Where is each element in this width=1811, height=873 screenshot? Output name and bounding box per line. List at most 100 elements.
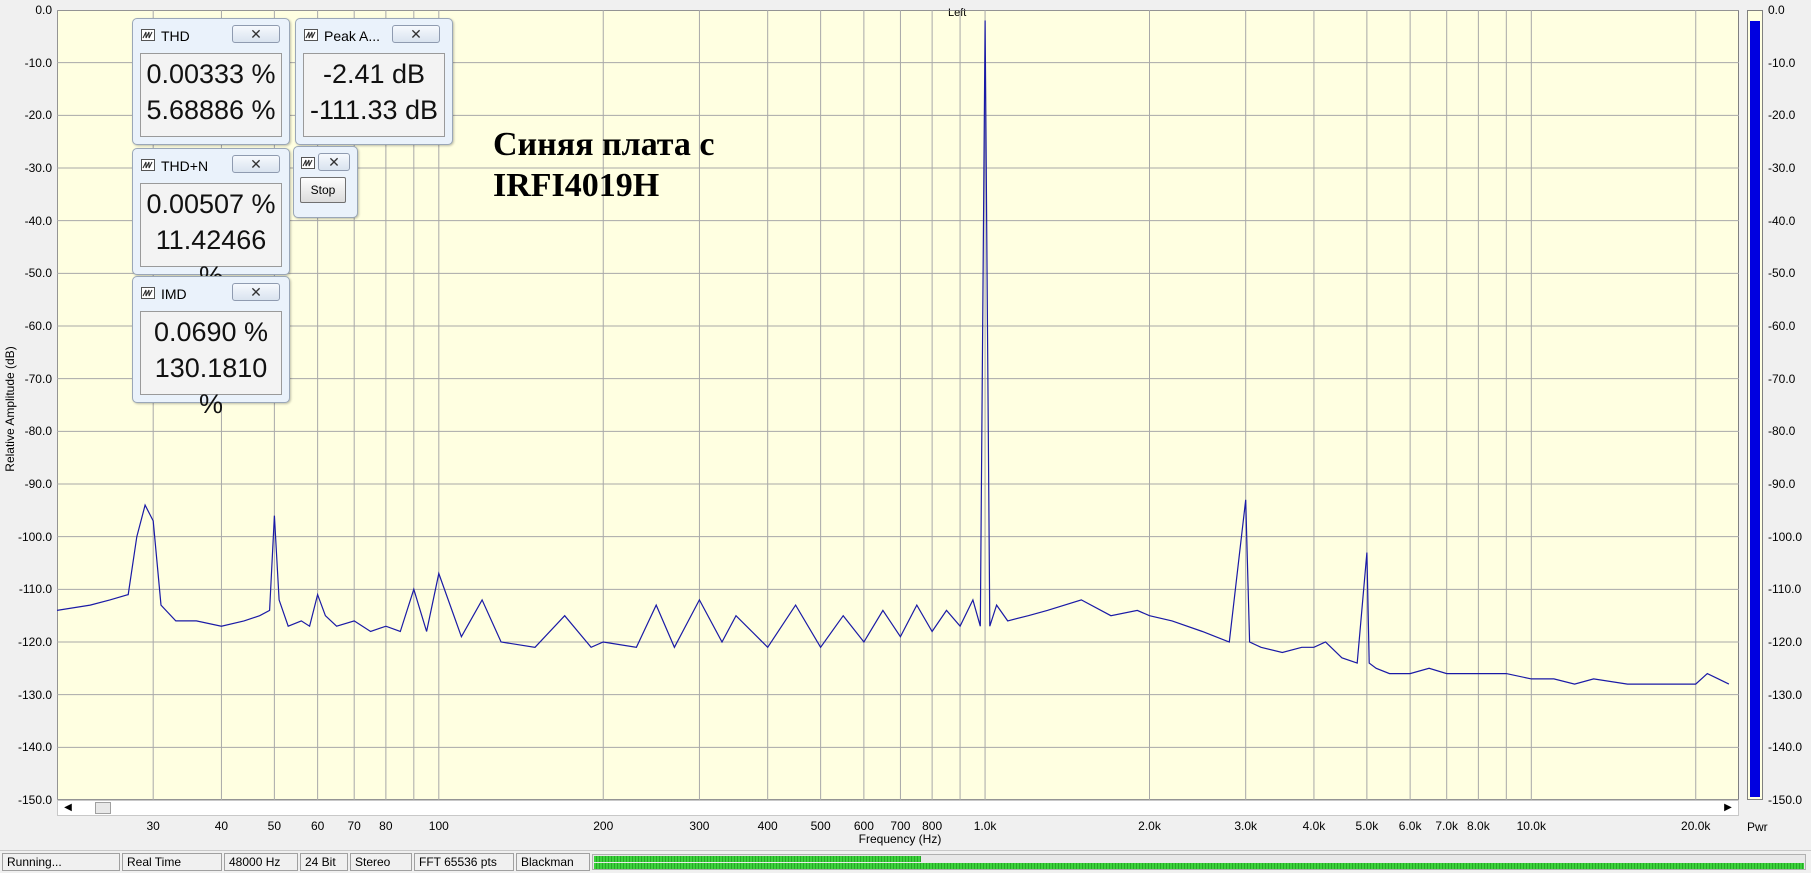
status-bit-depth: 24 Bit xyxy=(300,853,348,871)
thd-meter-header[interactable]: THD ✕ xyxy=(139,25,283,47)
power-tick-label: -90.0 xyxy=(1768,477,1796,491)
input-level-left xyxy=(594,856,921,862)
y-axis-label: Relative Amplitude (dB) xyxy=(3,346,17,472)
y-tick-label: -100.0 xyxy=(17,529,52,544)
status-fft-size: FFT 65536 pts xyxy=(414,853,514,871)
status-mode: Real Time xyxy=(122,853,222,871)
y-tick-label: -40.0 xyxy=(24,213,52,228)
x-tick-label: 20.0k xyxy=(1681,819,1711,833)
imd-value-secondary: 130.1810 % xyxy=(154,353,268,419)
peak-value-secondary: -111.33 dB xyxy=(309,95,439,125)
power-tick-label: -140.0 xyxy=(1768,740,1803,755)
imd-meter-readout: 0.0690 % 130.1810 % xyxy=(140,311,282,419)
status-bar: Running... Real Time 48000 Hz 24 Bit Ste… xyxy=(0,850,1811,873)
scroll-thumb[interactable] xyxy=(95,802,111,814)
x-tick-label: 2.0k xyxy=(1138,819,1161,833)
status-channels: Stereo xyxy=(350,853,412,871)
x-tick-label: 60 xyxy=(310,819,325,833)
x-tick-label: 500 xyxy=(810,819,831,833)
close-icon[interactable]: ✕ xyxy=(392,25,440,43)
power-tick-label: -150.0 xyxy=(1768,793,1803,807)
x-tick-label: 300 xyxy=(689,819,710,833)
power-tick-label: -110.0 xyxy=(1768,582,1802,597)
close-icon[interactable]: ✕ xyxy=(232,25,280,43)
spectrum-analyzer-window: 0.0 -10.0 -20.0 -30.0 -40.0 -50.0 -60.0 -70.0 -8… xyxy=(0,0,1811,873)
y-tick-label: -90.0 xyxy=(24,477,52,491)
y-tick-label: -140.0 xyxy=(17,740,52,755)
x-tick-label: 600 xyxy=(853,819,874,833)
power-tick-label: -80.0 xyxy=(1768,424,1796,439)
peak-amplitude-meter-panel[interactable]: Peak A... ✕ -2.41 dB -111.33 dB xyxy=(295,18,453,145)
generator-control-panel[interactable]: ✕ Stop xyxy=(293,146,358,218)
x-tick-label: 3.0k xyxy=(1234,819,1258,833)
y-tick-label: 0.0 xyxy=(35,3,52,17)
power-tick-label: -70.0 xyxy=(1768,371,1796,386)
close-icon[interactable]: ✕ xyxy=(232,155,280,173)
x-tick-label: 700 xyxy=(890,819,911,833)
status-window: Blackman xyxy=(516,853,590,871)
x-tick-label: 200 xyxy=(593,819,614,833)
x-tick-label: 80 xyxy=(379,819,393,833)
waveform-icon xyxy=(141,159,155,171)
thdn-meter-header[interactable]: THD+N ✕ xyxy=(139,155,283,177)
x-tick-label: 30 xyxy=(146,819,160,833)
status-sample-rate: 48000 Hz xyxy=(224,853,298,871)
annotation-line-1: Синяя плата с xyxy=(493,126,715,163)
peak-meter-header[interactable]: Peak A... ✕ xyxy=(302,25,446,47)
imd-value-percent: 0.0690 % xyxy=(153,317,269,347)
imd-meter-header[interactable]: IMD ✕ xyxy=(139,283,283,305)
thd-value-secondary: 5.68886 % xyxy=(146,95,276,125)
thd-value-percent: 0.00333 % xyxy=(146,59,276,89)
close-icon[interactable]: ✕ xyxy=(232,283,280,301)
power-level-fill xyxy=(1750,21,1760,797)
y-tick-label: -130.0 xyxy=(17,687,52,702)
y-tick-label: -10.0 xyxy=(24,55,52,70)
x-tick-label: 70 xyxy=(347,819,361,833)
x-tick-label: 1.0k xyxy=(973,819,997,833)
peak-value-primary: -2.41 dB xyxy=(322,59,426,89)
imd-meter-title: IMD xyxy=(161,286,187,302)
plot-annotation: Синяя плата с IRFI4019H xyxy=(493,124,715,206)
status-state: Running... xyxy=(2,853,120,871)
stop-button[interactable]: Stop xyxy=(300,177,346,203)
thd-meter-readout: 0.00333 % 5.68886 % xyxy=(140,53,282,137)
power-level-meter xyxy=(1747,10,1763,800)
x-tick-label: 4.0k xyxy=(1302,819,1326,833)
power-tick-label: -40.0 xyxy=(1768,213,1796,228)
x-tick-label: 7.0k xyxy=(1435,819,1459,833)
horizontal-scrollbar[interactable]: ◀ ▶ xyxy=(57,800,1739,816)
power-tick-label: -30.0 xyxy=(1768,161,1796,175)
x-axis-label: Frequency (Hz) xyxy=(858,832,942,846)
waveform-icon xyxy=(301,157,315,169)
y-tick-label: -150.0 xyxy=(17,793,52,807)
power-meter-label: Pwr xyxy=(1747,820,1768,834)
scroll-left-arrow-icon[interactable]: ◀ xyxy=(60,801,76,815)
x-tick-label: 400 xyxy=(757,819,778,833)
power-tick-label: -10.0 xyxy=(1768,55,1796,70)
annotation-line-2: IRFI4019H xyxy=(493,167,660,204)
x-tick-label: 800 xyxy=(922,819,943,833)
x-tick-label: 40 xyxy=(214,819,229,833)
thdn-value-percent: 0.00507 % xyxy=(146,189,276,219)
control-panel-header[interactable]: ✕ xyxy=(300,153,351,175)
peak-meter-readout: -2.41 dB -111.33 dB xyxy=(303,53,445,137)
waveform-icon xyxy=(141,29,155,41)
thd-meter-panel[interactable]: THD ✕ 0.00333 % 5.68886 % xyxy=(132,18,290,145)
power-tick-label: -100.0 xyxy=(1768,529,1803,544)
waveform-icon xyxy=(304,29,318,41)
y-tick-label: -20.0 xyxy=(24,108,52,123)
power-tick-label: -60.0 xyxy=(1768,319,1796,333)
scroll-right-arrow-icon[interactable]: ▶ xyxy=(1720,801,1736,815)
x-tick-label: 10.0k xyxy=(1516,819,1546,833)
power-tick-label: 0.0 xyxy=(1768,3,1785,17)
power-tick-label: -120.0 xyxy=(1768,635,1803,649)
thdn-meter-readout: 0.00507 % 11.42466 % xyxy=(140,183,282,291)
y-tick-label: -60.0 xyxy=(24,319,52,333)
thd-meter-title: THD xyxy=(161,28,190,44)
imd-meter-panel[interactable]: IMD ✕ 0.0690 % 130.1810 % xyxy=(132,276,290,419)
power-tick-label: -130.0 xyxy=(1768,687,1803,702)
thdn-meter-panel[interactable]: THD+N ✕ 0.00507 % 11.42466 % xyxy=(132,148,290,291)
close-icon[interactable]: ✕ xyxy=(318,153,350,171)
waveform-icon xyxy=(141,287,155,299)
peak-meter-title: Peak A... xyxy=(324,28,381,44)
